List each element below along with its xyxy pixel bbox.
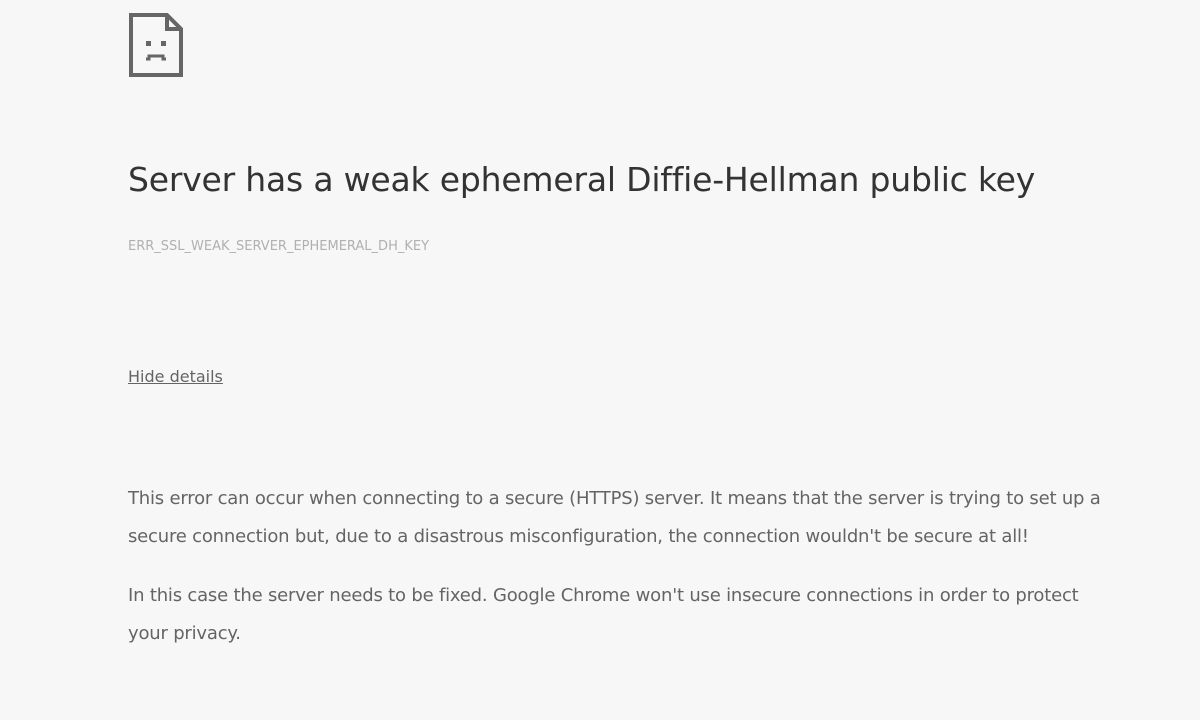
- page-title: Server has a weak ephemeral Diffie-Hellm…: [128, 160, 1036, 199]
- error-details: This error can occur when connecting to …: [128, 480, 1108, 674]
- error-code: ERR_SSL_WEAK_SERVER_EPHEMERAL_DH_KEY: [128, 239, 430, 254]
- details-paragraph: This error can occur when connecting to …: [128, 488, 1101, 547]
- hide-details-link[interactable]: Hide details: [128, 366, 223, 388]
- sad-page-icon: [129, 13, 183, 77]
- error-page: Server has a weak ephemeral Diffie-Hellm…: [128, 0, 1128, 720]
- details-paragraph: In this case the server needs to be fixe…: [128, 585, 1079, 644]
